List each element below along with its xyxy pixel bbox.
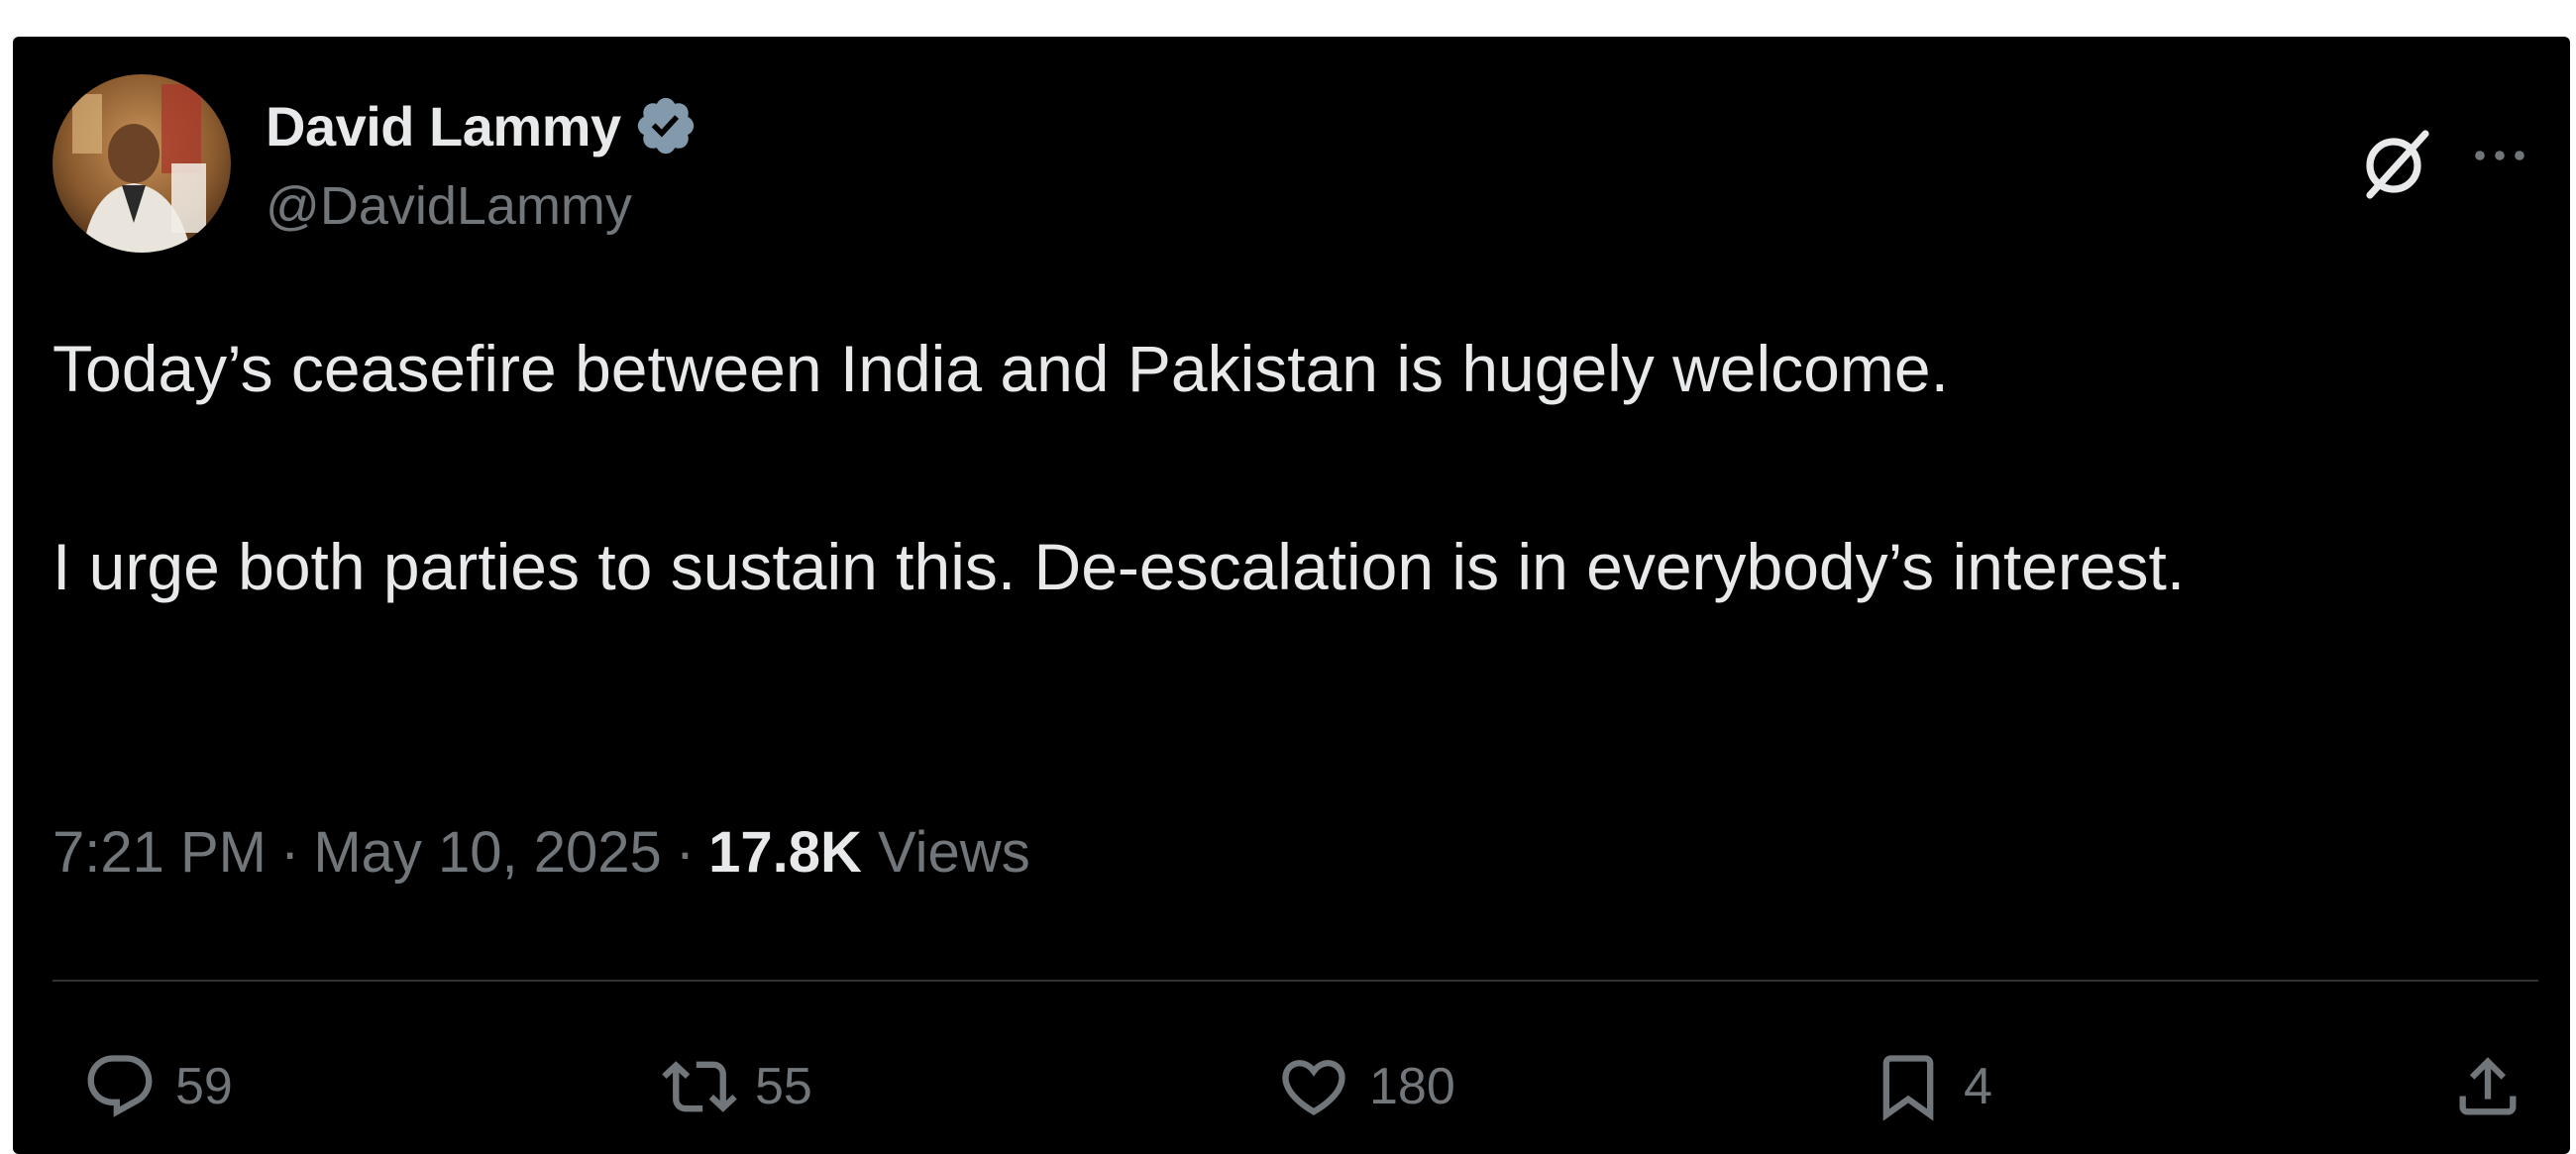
meta-separator: · — [675, 820, 696, 885]
share-button[interactable] — [2450, 1042, 2543, 1131]
grok-icon[interactable] — [2356, 124, 2435, 203]
tweet-paragraph: Today’s ceasefire between India and Paki… — [53, 332, 1949, 405]
repost-icon — [662, 1061, 737, 1112]
meta-separator: · — [280, 820, 300, 885]
author-display-name[interactable]: David Lammy — [266, 94, 621, 158]
verified-badge-icon[interactable] — [633, 93, 698, 158]
tweet-text: Today’s ceasefire between India and Paki… — [53, 319, 2490, 616]
avatar[interactable] — [53, 74, 231, 253]
like-count: 180 — [1369, 1058, 1455, 1115]
bookmark-count: 4 — [1964, 1058, 1992, 1115]
like-button[interactable]: 180 — [1276, 1042, 1455, 1131]
tweet-paragraph: I urge both parties to sustain this. De-… — [53, 530, 2186, 603]
like-icon — [1282, 1060, 1345, 1116]
repost-button[interactable]: 55 — [662, 1042, 812, 1131]
views-label[interactable]: Views — [878, 820, 1030, 885]
more-icon[interactable] — [2460, 136, 2539, 175]
reply-count: 59 — [175, 1058, 233, 1115]
views-count[interactable]: 17.8K — [708, 820, 862, 885]
tweet-date[interactable]: May 10, 2025 — [313, 820, 661, 885]
bookmark-button[interactable]: 4 — [1871, 1042, 1992, 1131]
avatar-image — [53, 74, 231, 253]
reply-button[interactable]: 59 — [82, 1042, 233, 1131]
reply-icon — [87, 1055, 153, 1117]
author-handle[interactable]: @DavidLammy — [266, 175, 632, 237]
tweet-time[interactable]: 7:21 PM — [53, 820, 267, 885]
divider — [53, 980, 2538, 982]
repost-count: 55 — [755, 1058, 812, 1115]
bookmark-icon — [1882, 1055, 1934, 1121]
tweet-metadata: 7:21 PM · May 10, 2025 · 17.8K Views — [53, 819, 1030, 886]
tweet-card: David Lammy @DavidLammy Today’s ceasefir… — [13, 37, 2570, 1154]
author-name-row: David Lammy — [266, 86, 698, 165]
share-icon — [2459, 1057, 2517, 1115]
